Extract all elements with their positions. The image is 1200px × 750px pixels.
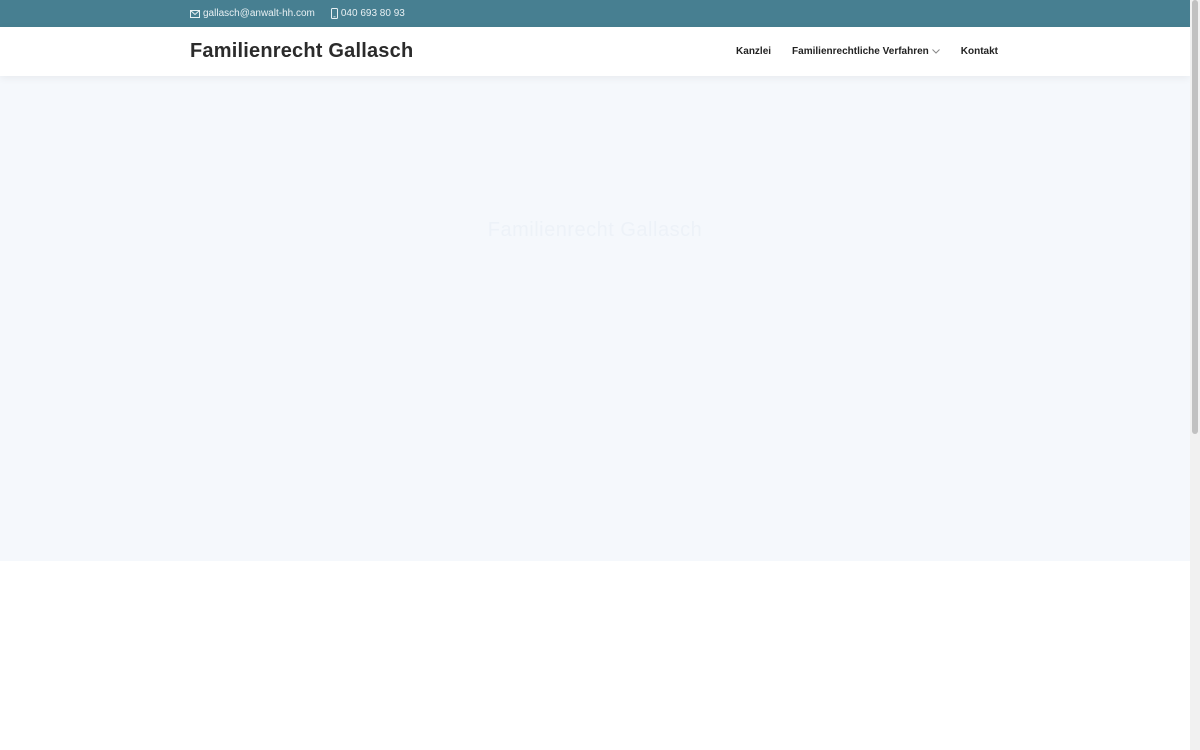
hero-section: Familienrecht Gallasch xyxy=(0,76,1190,561)
email-text: gallasch@anwalt-hh.com xyxy=(203,8,315,19)
vertical-scrollbar[interactable] xyxy=(1190,0,1200,750)
nav-item-label: Familienrechtliche Verfahren xyxy=(792,46,929,57)
site-title[interactable]: Familienrecht Gallasch xyxy=(190,40,413,63)
page: gallasch@anwalt-hh.com 040 693 80 93 Fam… xyxy=(0,0,1190,750)
envelope-icon xyxy=(190,9,200,18)
chevron-down-icon xyxy=(931,49,940,54)
nav-item-kontakt[interactable]: Kontakt xyxy=(961,46,998,57)
main-nav: Kanzlei Familienrechtliche Verfahren Kon… xyxy=(715,46,998,57)
nav-item-familienrechtliche-verfahren[interactable]: Familienrechtliche Verfahren xyxy=(792,46,940,57)
content-section xyxy=(0,561,1190,750)
phone-link[interactable]: 040 693 80 93 xyxy=(330,8,405,19)
site-header: Familienrecht Gallasch Kanzlei Familienr… xyxy=(0,27,1190,76)
phone-text: 040 693 80 93 xyxy=(340,8,405,19)
nav-item-kanzlei[interactable]: Kanzlei xyxy=(736,46,771,57)
nav-item-label: Kontakt xyxy=(960,46,998,57)
email-link[interactable]: gallasch@anwalt-hh.com xyxy=(190,8,315,19)
contact-topbar: gallasch@anwalt-hh.com 040 693 80 93 xyxy=(0,0,1190,27)
mobile-phone-icon xyxy=(330,8,338,19)
hero-title: Familienrecht Gallasch xyxy=(487,219,703,241)
nav-item-label: Kanzlei xyxy=(736,46,772,57)
scrollbar-thumb[interactable] xyxy=(1192,0,1198,434)
